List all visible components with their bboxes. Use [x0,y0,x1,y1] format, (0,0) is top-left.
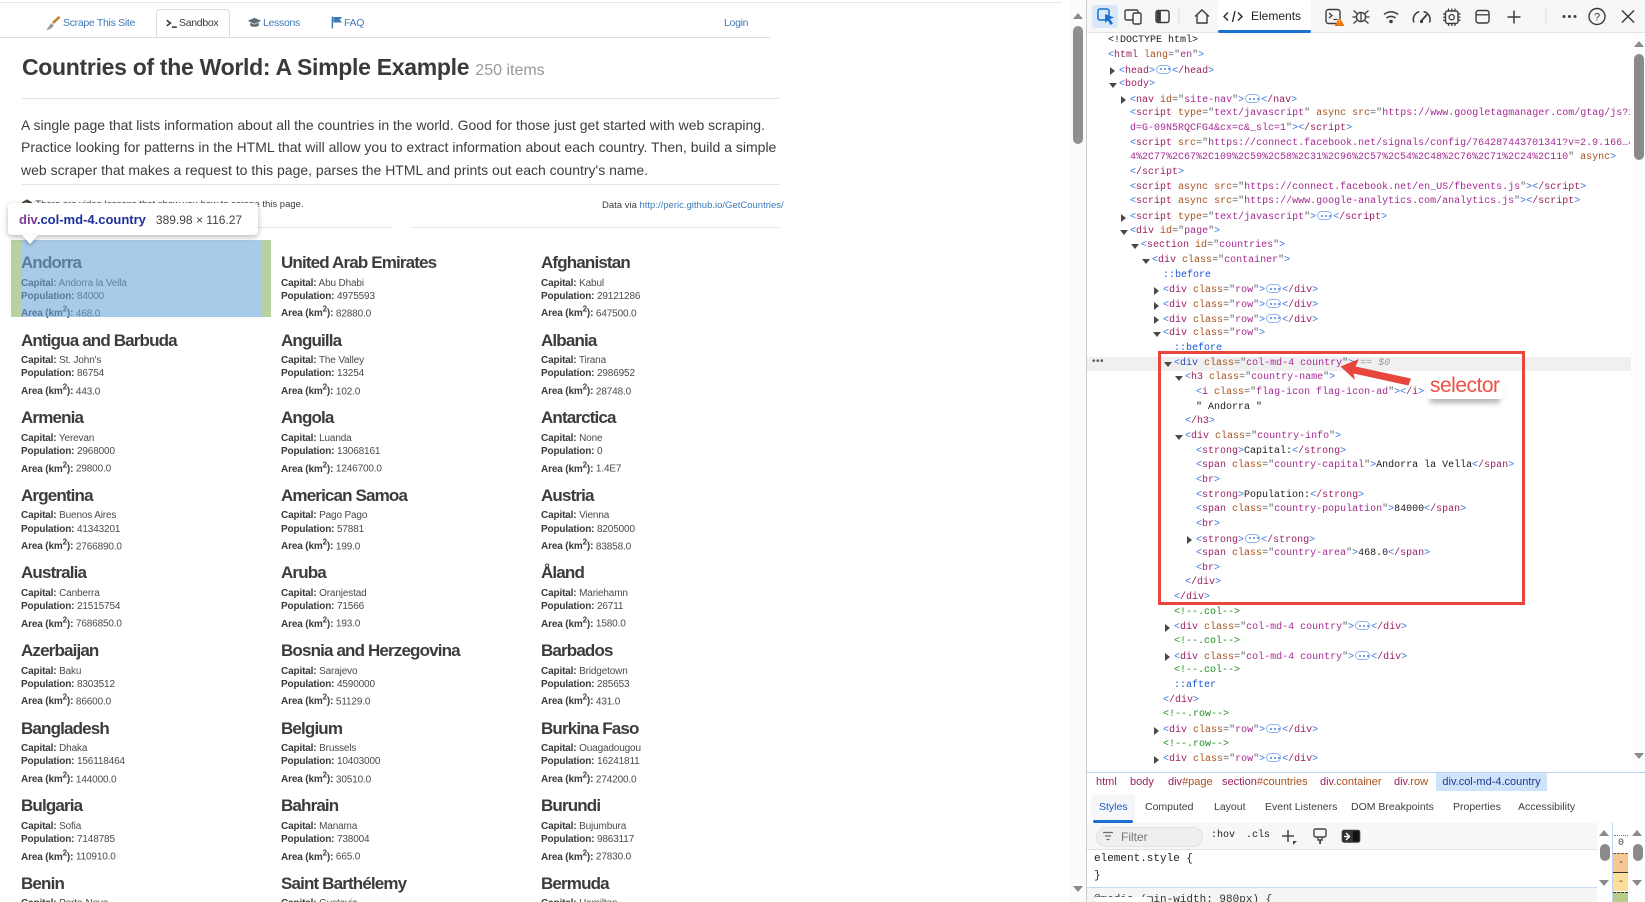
svg-text:?: ? [1594,12,1600,24]
